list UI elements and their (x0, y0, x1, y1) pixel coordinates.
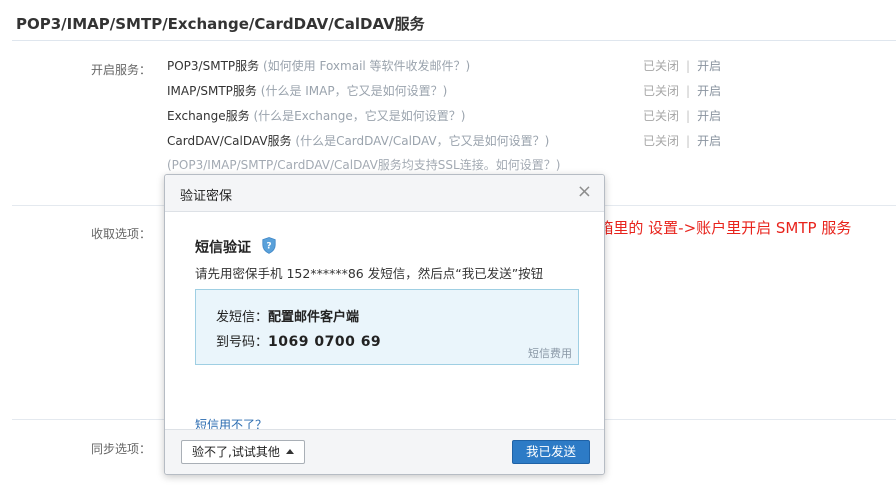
caret-up-icon (285, 449, 294, 454)
service-name: IMAP/SMTP服务 (167, 84, 257, 98)
svg-text:?: ? (266, 242, 271, 252)
service-name: POP3/SMTP服务 (167, 59, 260, 73)
dialog-title: 验证密保 (180, 189, 233, 204)
enable-pop3-link[interactable]: 开启 (697, 59, 721, 73)
service-row-pop3: POP3/SMTP服务 (如何使用 Foxmail 等软件收发邮件？) (167, 59, 471, 73)
service-row-imap: IMAP/SMTP服务 (什么是 IMAP，它又是如何设置？) (167, 84, 448, 98)
enable-imap-link[interactable]: 开启 (697, 84, 721, 98)
verify-dialog: 验证密保 × 短信验证 ? 请先用密保手机 152******86 发短信，然后… (164, 174, 605, 475)
service-row-caldav: CardDAV/CalDAV服务 (什么是CardDAV/CalDAV，它又是如… (167, 134, 550, 148)
service-status-exchange: 已关闭 | 开启 (643, 109, 722, 123)
pop3-help-link[interactable]: 如何使用 Foxmail 等软件收发邮件？ (268, 59, 466, 73)
enable-exchange-link[interactable]: 开启 (697, 109, 721, 123)
sms-fee-note: 短信费用 (528, 347, 572, 360)
caldav-help-link[interactable]: 什么是CardDAV/CalDAV，它又是如何设置？ (300, 134, 545, 148)
enable-services-label: 开启服务： (91, 63, 152, 77)
sms-number-line: 到号码：1069 0700 69 (216, 334, 382, 350)
dialog-footer: 验不了,试试其他 我已发送 (165, 429, 604, 474)
sent-button[interactable]: 我已发送 (512, 440, 590, 464)
enable-caldav-link[interactable]: 开启 (697, 134, 721, 148)
status-off: 已关闭 (643, 134, 680, 148)
sms-info-box: 发短信：配置邮件客户端 到号码：1069 0700 69 短信费用 (195, 289, 579, 365)
sms-content-line: 发短信：配置邮件客户端 (216, 310, 360, 325)
section-title: POP3/IMAP/SMTP/Exchange/CardDAV/CalDAV服务 (16, 15, 425, 33)
ssl-note-link[interactable]: (POP3/IMAP/SMTP/CardDAV/CalDAV服务均支持SSL连接… (167, 156, 560, 173)
sms-number: 1069 0700 69 (268, 334, 382, 350)
service-name: CardDAV/CalDAV服务 (167, 134, 292, 148)
sms-content: 配置邮件客户端 (268, 310, 360, 325)
status-off: 已关闭 (643, 84, 680, 98)
status-off: 已关闭 (643, 109, 680, 123)
dialog-header: 验证密保 × (165, 175, 604, 212)
shield-icon: ? (262, 237, 276, 254)
title-divider (12, 40, 896, 41)
imap-help-link[interactable]: 什么是 IMAP，它又是如何设置？ (265, 84, 442, 98)
sms-verify-title: 短信验证 (195, 240, 251, 256)
service-name: Exchange服务 (167, 109, 250, 123)
status-off: 已关闭 (643, 59, 680, 73)
service-row-exchange: Exchange服务 (什么是Exchange，它又是如何设置？) (167, 109, 466, 123)
sync-options-label: 同步选项： (91, 442, 152, 456)
service-status-caldav: 已关闭 | 开启 (643, 134, 722, 148)
close-icon[interactable]: × (577, 182, 592, 202)
service-status-imap: 已关闭 | 开启 (643, 84, 722, 98)
service-status-pop3: 已关闭 | 开启 (643, 59, 722, 73)
receive-options-label: 收取选项： (91, 227, 152, 241)
try-other-button[interactable]: 验不了,试试其他 (181, 440, 305, 464)
sms-instruction: 请先用密保手机 152******86 发短信，然后点“我已发送”按钮 (195, 266, 544, 281)
exchange-help-link[interactable]: 什么是Exchange，它又是如何设置？ (258, 109, 461, 123)
